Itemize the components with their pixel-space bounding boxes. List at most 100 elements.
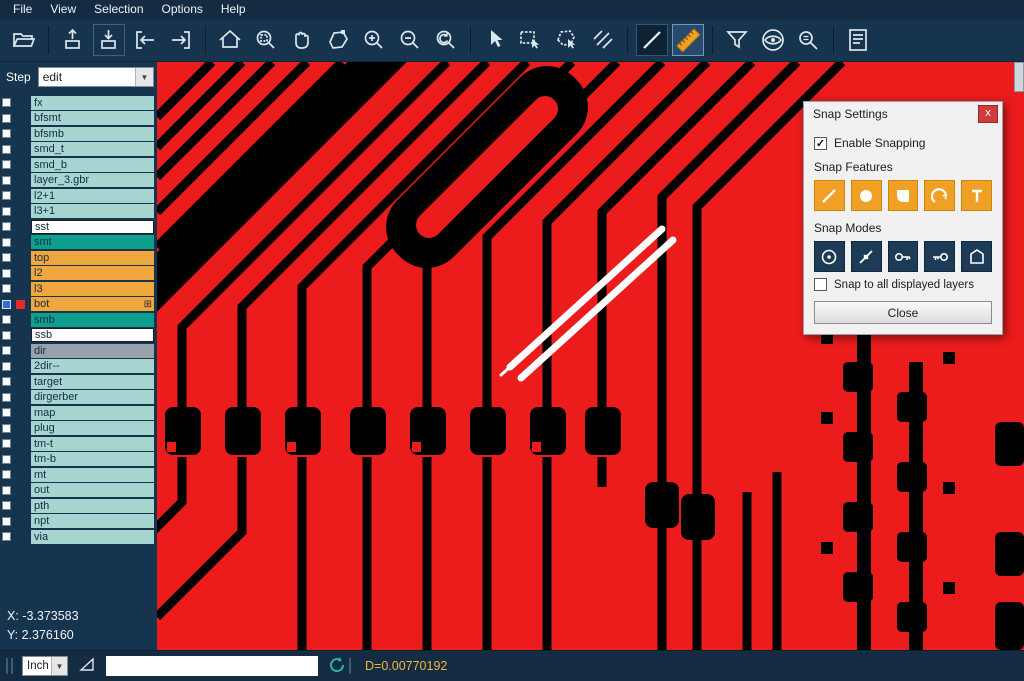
layer-active-indicator[interactable] xyxy=(16,532,25,541)
layer-name[interactable]: ssb xyxy=(31,328,154,342)
canvas-scrollbar-thumb[interactable] xyxy=(1014,62,1024,92)
layer-row[interactable]: bfsmt xyxy=(0,111,157,127)
layer-name[interactable]: mt xyxy=(31,468,154,482)
layer-visibility-checkbox[interactable] xyxy=(2,160,11,169)
layer-row[interactable]: layer_3.gbr xyxy=(0,173,157,189)
layer-visibility-checkbox[interactable] xyxy=(2,501,11,510)
layer-name[interactable]: sst xyxy=(31,220,154,234)
chevron-down-icon[interactable]: ▼ xyxy=(51,657,67,675)
layer-active-indicator[interactable] xyxy=(16,439,25,448)
layer-visibility-checkbox[interactable] xyxy=(2,269,11,278)
pcb-canvas[interactable]: Snap Settings x Enable Snapping Snap Fea… xyxy=(157,62,1024,650)
layer-active-indicator[interactable] xyxy=(16,486,25,495)
layer-visibility-checkbox[interactable] xyxy=(2,238,11,247)
layer-row[interactable]: smd_b xyxy=(0,157,157,173)
layer-row[interactable]: fx xyxy=(0,95,157,111)
layer-row[interactable]: bot⊞ xyxy=(0,297,157,313)
layer-row[interactable]: 2dir-- xyxy=(0,359,157,375)
home-view-button[interactable] xyxy=(214,24,246,56)
layer-visibility-checkbox[interactable] xyxy=(2,176,11,185)
layer-active-indicator[interactable] xyxy=(16,315,25,324)
menu-options[interactable]: Options xyxy=(153,0,212,19)
layer-name[interactable]: out xyxy=(31,483,154,497)
layer-row[interactable]: smd_t xyxy=(0,142,157,158)
layer-row[interactable]: out xyxy=(0,483,157,499)
layer-name[interactable]: l2+1 xyxy=(31,189,154,203)
layer-name[interactable]: bfsmb xyxy=(31,127,154,141)
layer-active-indicator[interactable] xyxy=(16,393,25,402)
snap-feature-pad-button[interactable] xyxy=(851,180,882,211)
layer-visibility-checkbox[interactable] xyxy=(2,284,11,293)
line-tool-button[interactable] xyxy=(636,24,668,56)
layer-visibility-checkbox[interactable] xyxy=(2,486,11,495)
angle-tool-icon[interactable] xyxy=(78,655,96,678)
layer-name[interactable]: top xyxy=(31,251,154,265)
snap-feature-text-button[interactable] xyxy=(961,180,992,211)
snap-feature-arc-button[interactable] xyxy=(924,180,955,211)
layer-row[interactable]: l3+1 xyxy=(0,204,157,220)
layer-visibility-checkbox[interactable] xyxy=(2,393,11,402)
layer-row[interactable]: l2 xyxy=(0,266,157,282)
layer-row[interactable]: smb xyxy=(0,312,157,328)
layer-row[interactable]: dir xyxy=(0,343,157,359)
chevron-down-icon[interactable]: ▼ xyxy=(135,68,153,86)
layer-name[interactable]: smb xyxy=(31,313,154,327)
snap-mode-key-left-button[interactable] xyxy=(888,241,919,272)
layer-active-indicator[interactable] xyxy=(16,470,25,479)
zoom-in-button[interactable] xyxy=(358,24,390,56)
layer-active-indicator[interactable] xyxy=(16,284,25,293)
layer-active-indicator[interactable] xyxy=(16,176,25,185)
snap-mode-key-right-button[interactable] xyxy=(924,241,955,272)
layer-name[interactable]: l2 xyxy=(31,266,154,280)
snap-dialog-titlebar[interactable]: Snap Settings x xyxy=(804,102,1002,126)
select-polygon-button[interactable] xyxy=(551,24,583,56)
statusbar-grip[interactable] xyxy=(6,658,8,674)
export-up-button[interactable] xyxy=(57,24,89,56)
pan-hand-button[interactable] xyxy=(286,24,318,56)
layer-visibility-checkbox[interactable] xyxy=(2,439,11,448)
layer-row[interactable]: tm-b xyxy=(0,452,157,468)
layer-name[interactable]: npt xyxy=(31,514,154,528)
layer-name[interactable]: map xyxy=(31,406,154,420)
layer-name[interactable]: layer_3.gbr xyxy=(31,173,154,187)
layer-name[interactable]: fx xyxy=(31,96,154,110)
layer-visibility-checkbox[interactable] xyxy=(2,207,11,216)
layer-row[interactable]: target xyxy=(0,374,157,390)
layer-name[interactable]: smt xyxy=(31,235,154,249)
menu-view[interactable]: View xyxy=(41,0,85,19)
snap-mode-outline-button[interactable] xyxy=(961,241,992,272)
layer-row[interactable]: bfsmb xyxy=(0,126,157,142)
report-list-button[interactable] xyxy=(842,24,874,56)
snap-all-layers-checkbox[interactable] xyxy=(814,278,827,291)
layer-row[interactable]: via xyxy=(0,529,157,545)
layer-active-indicator[interactable] xyxy=(16,377,25,386)
select-rectangle-button[interactable] xyxy=(515,24,547,56)
zoom-reset-button[interactable] xyxy=(430,24,462,56)
layer-row[interactable]: l3 xyxy=(0,281,157,297)
layer-name[interactable]: dirgerber xyxy=(31,390,154,404)
refresh-icon[interactable] xyxy=(328,655,346,678)
menu-help[interactable]: Help xyxy=(212,0,255,19)
close-icon[interactable]: x xyxy=(978,105,998,123)
layer-row[interactable]: sst xyxy=(0,219,157,235)
layer-active-indicator[interactable] xyxy=(16,346,25,355)
layer-name[interactable]: tm-t xyxy=(31,437,154,451)
layer-visibility-checkbox[interactable] xyxy=(2,300,11,309)
layer-name[interactable]: bfsmt xyxy=(31,111,154,125)
import-left-button[interactable] xyxy=(129,24,161,56)
layer-row[interactable]: smt xyxy=(0,235,157,251)
layer-name[interactable]: bot⊞ xyxy=(31,297,154,311)
layer-name[interactable]: smd_b xyxy=(31,158,154,172)
unit-select[interactable]: Inch ▼ xyxy=(22,656,68,676)
layer-visibility-checkbox[interactable] xyxy=(2,315,11,324)
layer-name[interactable]: target xyxy=(31,375,154,389)
layer-active-indicator[interactable] xyxy=(16,191,25,200)
layer-row[interactable]: map xyxy=(0,405,157,421)
snap-mode-point-button[interactable] xyxy=(851,241,882,272)
select-cursor-button[interactable] xyxy=(479,24,511,56)
layer-active-indicator[interactable] xyxy=(16,517,25,526)
layer-row[interactable]: pth xyxy=(0,498,157,514)
layer-row[interactable]: ssb xyxy=(0,328,157,344)
layer-name[interactable]: 2dir-- xyxy=(31,359,154,373)
layer-visibility-checkbox[interactable] xyxy=(2,222,11,231)
